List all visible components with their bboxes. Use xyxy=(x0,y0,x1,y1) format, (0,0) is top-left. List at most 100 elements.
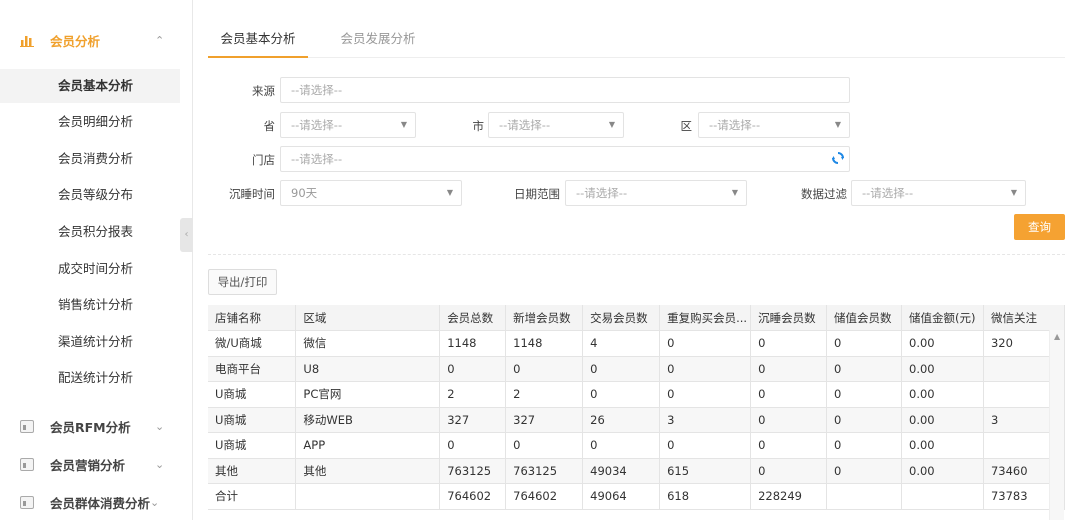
sidebar-item-consumption-analysis[interactable]: 会员消费分析 xyxy=(0,142,180,176)
sidebar-item-sales-statistics[interactable]: 销售统计分析 xyxy=(0,288,180,322)
sidebar-item-basic-analysis[interactable]: 会员基本分析 xyxy=(0,69,180,103)
sidebar-item-detail-analysis[interactable]: 会员明细分析 xyxy=(0,105,180,139)
district-select[interactable]: --请选择-- ▼ xyxy=(698,112,850,138)
table-row[interactable]: U商城 移动WEB 327 327 26 3 0 0 0.00 3 xyxy=(208,407,1066,433)
sidebar-group-label: 会员分析 xyxy=(50,33,101,49)
sidebar-item-channel-statistics[interactable]: 渠道统计分析 xyxy=(0,325,180,359)
province-select[interactable]: --请选择-- ▼ xyxy=(280,112,416,138)
query-button[interactable]: 查询 xyxy=(1014,214,1065,240)
column-header[interactable]: 重复购买会员... xyxy=(659,305,752,331)
source-label: 来源 xyxy=(252,84,275,98)
table-cell: 0.00 xyxy=(901,407,984,433)
table-cell: 0 xyxy=(826,330,903,357)
chevron-down-icon: ⌄ xyxy=(150,495,160,509)
dormant-time-select[interactable]: 90天 ▼ xyxy=(280,180,462,206)
date-range-select[interactable]: --请选择-- ▼ xyxy=(565,180,747,206)
table-cell: APP xyxy=(295,432,441,459)
column-header[interactable]: 区域 xyxy=(295,305,441,331)
table-cell: 1148 xyxy=(505,330,584,357)
table-cell: 0 xyxy=(826,356,903,382)
sidebar-item-points-report[interactable]: 会员积分报表 xyxy=(0,215,180,249)
sidebar: 会员分析 ⌃ 会员基本分析 会员明细分析 会员消费分析 会员等级分布 会员积分报… xyxy=(0,0,193,520)
table-cell: 3 xyxy=(659,407,752,433)
table-cell: 0.00 xyxy=(901,432,984,459)
table-cell: 0 xyxy=(505,432,584,459)
table-cell: 0 xyxy=(750,356,828,382)
table-cell: 0 xyxy=(750,330,828,357)
data-filter-placeholder: --请选择-- xyxy=(862,186,914,200)
sidebar-group-group-consumption[interactable]: 会员群体消费分析 ⌄ xyxy=(0,484,192,520)
table-cell: 0 xyxy=(659,381,752,408)
bar-chart-icon xyxy=(20,36,34,47)
table-row[interactable]: 微/U商城 微信 1148 1148 4 0 0 0 0.00 320 xyxy=(208,330,1066,357)
table-cell: 其他 xyxy=(208,458,297,484)
column-header[interactable]: 交易会员数 xyxy=(582,305,661,331)
table-cell: 764602 xyxy=(505,483,584,510)
sidebar-item-transaction-time[interactable]: 成交时间分析 xyxy=(0,252,180,286)
table-row[interactable]: 电商平台 U8 0 0 0 0 0 0 0.00 xyxy=(208,356,1066,382)
store-placeholder: --请选择-- xyxy=(291,152,343,166)
table-total-row[interactable]: 合计 764602 764602 49064 618 228249 73783 xyxy=(208,483,1066,510)
scroll-up-icon[interactable]: ▲ xyxy=(1054,332,1060,341)
chevron-down-icon: ⌄ xyxy=(155,419,165,433)
table-cell: U商城 xyxy=(208,381,297,408)
sidebar-item-delivery-statistics[interactable]: 配送统计分析 xyxy=(0,361,180,395)
column-header[interactable]: 新增会员数 xyxy=(505,305,584,331)
export-print-button[interactable]: 导出/打印 xyxy=(208,269,277,295)
refresh-icon[interactable] xyxy=(831,151,845,165)
table-scrollbar[interactable]: ▲ xyxy=(1049,330,1064,520)
district-placeholder: --请选择-- xyxy=(709,118,761,132)
table-cell: 2 xyxy=(505,381,584,408)
table-cell xyxy=(295,483,441,510)
table-cell: 4 xyxy=(582,330,661,357)
data-filter-select[interactable]: --请选择-- ▼ xyxy=(851,180,1026,206)
column-header[interactable]: 微信关注 xyxy=(983,305,1066,331)
table-cell: PC官网 xyxy=(295,381,441,408)
table-row[interactable]: U商城 APP 0 0 0 0 0 0 0.00 xyxy=(208,432,1066,459)
column-header[interactable]: 会员总数 xyxy=(439,305,507,331)
table-cell: 0.00 xyxy=(901,356,984,382)
dormant-time-value: 90天 xyxy=(291,186,318,200)
city-select[interactable]: --请选择-- ▼ xyxy=(488,112,624,138)
tab-development-analysis[interactable]: 会员发展分析 xyxy=(328,22,428,58)
table-cell: 1148 xyxy=(439,330,507,357)
report-icon xyxy=(20,496,34,509)
table-row[interactable]: U商城 PC官网 2 2 0 0 0 0 0.00 xyxy=(208,381,1066,408)
table-header-row: 店铺名称 区域 会员总数 新增会员数 交易会员数 重复购买会员... 沉睡会员数… xyxy=(208,305,1066,331)
table-cell: 2 xyxy=(439,381,507,408)
table-cell: U8 xyxy=(295,356,441,382)
table-cell: 0 xyxy=(750,458,828,484)
sidebar-collapse-handle[interactable]: ‹ xyxy=(180,218,193,252)
sidebar-item-level-distribution[interactable]: 会员等级分布 xyxy=(0,178,180,212)
sidebar-group-marketing[interactable]: 会员营销分析 ⌄ xyxy=(0,446,192,482)
table-cell: 合计 xyxy=(208,483,297,510)
column-header[interactable]: 储值会员数 xyxy=(826,305,903,331)
column-header[interactable]: 沉睡会员数 xyxy=(750,305,828,331)
tab-basic-analysis[interactable]: 会员基本分析 xyxy=(208,22,308,58)
table-cell: 0 xyxy=(439,356,507,382)
table-cell: 0 xyxy=(750,407,828,433)
table-row[interactable]: 其他 其他 763125 763125 49034 615 0 0 0.00 73460 xyxy=(208,458,1066,484)
sidebar-group-member-analysis[interactable]: 会员分析 ⌃ xyxy=(0,22,192,58)
main-content: 会员基本分析 会员发展分析 来源 --请选择-- 省 --请选择-- ▼ 市 -… xyxy=(193,0,1080,520)
dormant-time-label: 沉睡时间 xyxy=(229,187,275,201)
table-cell: 0 xyxy=(582,356,661,382)
tab-bar: 会员基本分析 会员发展分析 xyxy=(208,22,1065,58)
table-cell: 0.00 xyxy=(901,381,984,408)
table-cell: 0 xyxy=(826,432,903,459)
data-filter-label: 数据过滤 xyxy=(801,187,847,201)
table-cell: 26 xyxy=(582,407,661,433)
column-header[interactable]: 储值金额(元) xyxy=(901,305,984,331)
table-cell xyxy=(901,483,984,510)
column-header[interactable]: 店铺名称 xyxy=(208,305,297,331)
table-cell: 0 xyxy=(826,407,903,433)
store-select[interactable]: --请选择-- xyxy=(280,146,850,172)
sidebar-group-label: 会员群体消费分析 xyxy=(50,495,151,511)
table-cell: 0 xyxy=(659,330,752,357)
divider xyxy=(208,254,1065,255)
table-cell: 49034 xyxy=(582,458,661,484)
source-select[interactable]: --请选择-- xyxy=(280,77,850,103)
member-stats-table: 店铺名称 区域 会员总数 新增会员数 交易会员数 重复购买会员... 沉睡会员数… xyxy=(208,305,1066,510)
sidebar-group-rfm[interactable]: 会员RFM分析 ⌄ xyxy=(0,408,192,444)
table-cell: 电商平台 xyxy=(208,356,297,382)
